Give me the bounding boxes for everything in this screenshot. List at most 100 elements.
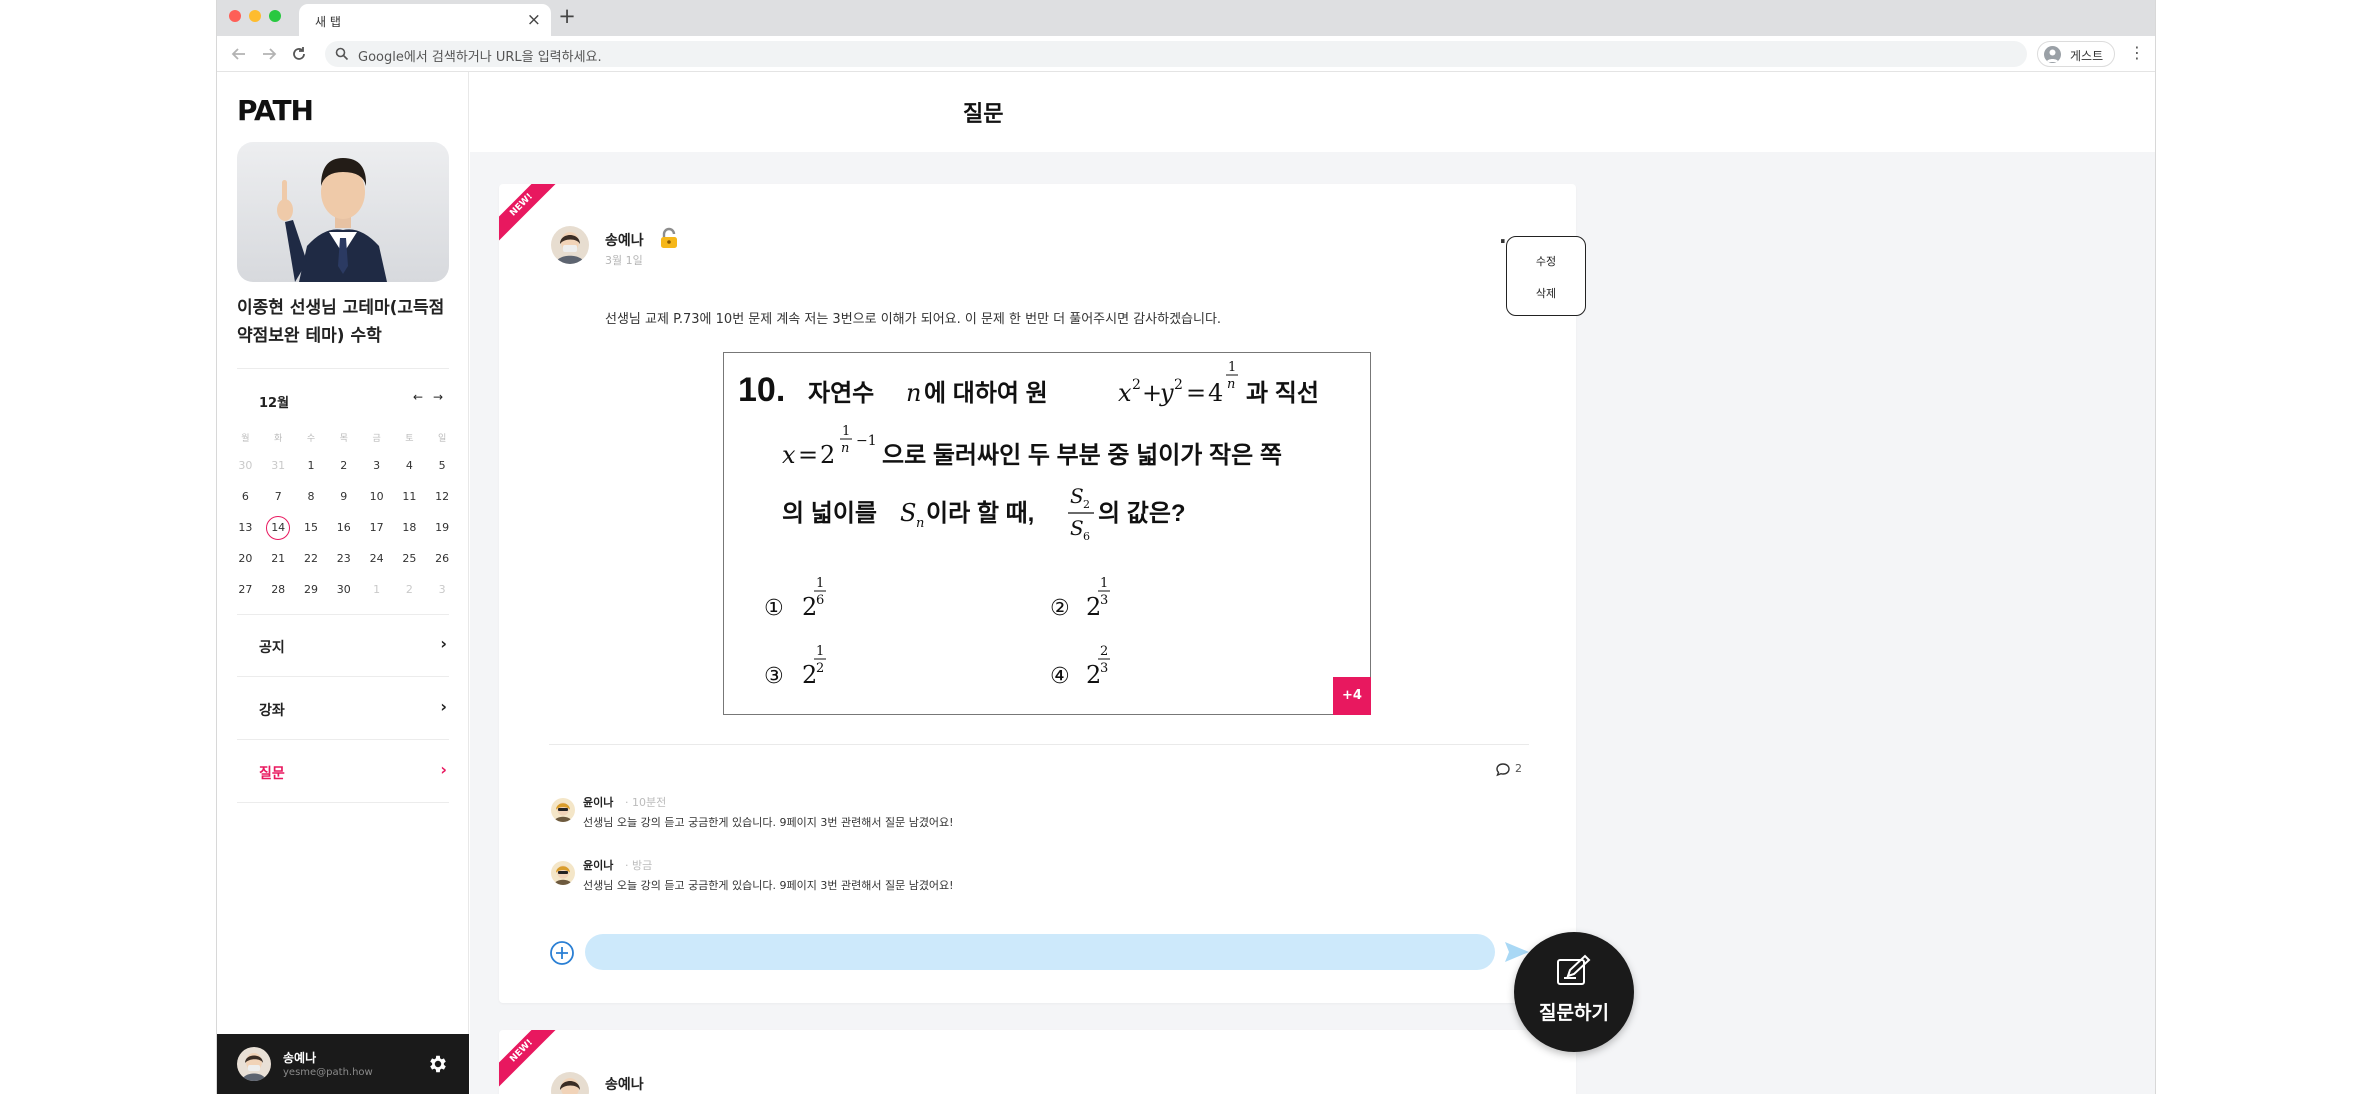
path-logo[interactable]: PATH <box>237 94 314 127</box>
calendar-day[interactable]: 20 <box>229 552 262 565</box>
calendar-day[interactable]: 25 <box>393 552 426 565</box>
weekday-label: 금 <box>372 433 381 444</box>
comment-icon[interactable] <box>1495 762 1511 778</box>
calendar-day[interactable]: 29 <box>295 583 328 596</box>
math-symbol: S <box>1070 516 1084 540</box>
delete-menu-item[interactable]: 삭제 <box>1507 285 1585 301</box>
post-body: 선생님 교제 P.73에 10번 문제 계속 저는 3번으로 이해가 되어요. … <box>605 312 1222 327</box>
sidebar-item-lectures[interactable]: 강좌 › <box>237 678 449 740</box>
reply-input[interactable] <box>585 934 1495 970</box>
address-bar[interactable]: Google에서 검색하거나 URL을 입력하세요. <box>325 41 2027 67</box>
post-author: 송예나 <box>605 233 644 249</box>
minimize-window-button[interactable] <box>249 10 261 22</box>
comment-item: 윤이나 · 방금 선생님 오늘 강의 듣고 궁금한게 있습니다. 9페이지 3번… <box>551 857 1511 907</box>
calendar-day[interactable]: 6 <box>229 490 262 503</box>
math-symbol: 2 <box>802 661 817 689</box>
calendar-day[interactable]: 4 <box>393 459 426 472</box>
browser-tab[interactable]: 새 탭 × <box>299 4 551 36</box>
calendar-day[interactable]: 18 <box>393 521 426 534</box>
calendar-day[interactable]: 21 <box>262 552 295 565</box>
math-symbol: 2 <box>802 593 817 621</box>
post-author: 송예나 <box>605 1077 644 1093</box>
math-symbol: 6 <box>1083 530 1090 543</box>
calendar-day[interactable]: 2 <box>393 583 426 596</box>
calendar-day[interactable]: 16 <box>327 521 360 534</box>
edit-menu-item[interactable]: 수정 <box>1507 253 1585 269</box>
maximize-window-button[interactable] <box>269 10 281 22</box>
new-tab-button[interactable]: + <box>553 4 581 28</box>
new-badge: NEW! <box>499 184 557 242</box>
avatar[interactable] <box>551 861 575 885</box>
calendar-week: 27 28 29 30 1 2 3 <box>229 574 459 605</box>
calendar-day[interactable]: 1 <box>360 583 393 596</box>
back-arrow-icon[interactable] <box>229 44 249 64</box>
tab-close-icon[interactable]: × <box>527 10 541 30</box>
post-options-menu: 수정 삭제 <box>1506 236 1586 316</box>
fab-label: 질문하기 <box>1539 1002 1609 1024</box>
calendar-day[interactable]: 30 <box>229 459 262 472</box>
page-title: 질문 <box>963 102 1004 127</box>
calendar-day[interactable]: 12 <box>426 490 459 503</box>
avatar[interactable] <box>551 226 589 264</box>
user-bar: 송예나 yesme@path.how <box>217 1034 469 1094</box>
calendar-day[interactable]: 26 <box>426 552 459 565</box>
calendar-day[interactable]: 24 <box>360 552 393 565</box>
calendar-day[interactable]: 13 <box>229 521 262 534</box>
browser-toolbar: Google에서 검색하거나 URL을 입력하세요. 게스트 ⋮ <box>217 36 2155 72</box>
sidebar: PATH 이종현 선생님 고테마(고득점 약점보완 테마) 수학 12월 ← →… <box>217 72 469 1094</box>
sidebar-item-notice[interactable]: 공지 › <box>237 615 449 677</box>
close-window-button[interactable] <box>229 10 241 22</box>
comment-text: 선생님 오늘 강의 듣고 궁금한게 있습니다. 9페이지 3번 관련해서 질문 … <box>583 816 954 829</box>
math-symbol: 2 <box>1132 377 1141 393</box>
calendar-day[interactable]: 7 <box>262 490 295 503</box>
calendar-day[interactable]: 30 <box>327 583 360 596</box>
calendar-day[interactable]: 15 <box>295 521 328 534</box>
calendar-day[interactable]: 28 <box>262 583 295 596</box>
sidebar-item-questions[interactable]: 질문 › <box>237 741 449 803</box>
calendar-month: 12월 <box>259 396 290 411</box>
weekday-label: 일 <box>438 433 447 444</box>
calendar-next-button[interactable]: → <box>433 390 443 404</box>
ask-question-button[interactable]: 질문하기 <box>1514 932 1634 1052</box>
browser-menu-icon[interactable]: ⋮ <box>2129 43 2145 62</box>
chevron-right-icon: › <box>440 760 447 779</box>
calendar-week: 6 7 8 9 10 11 12 <box>229 481 459 512</box>
math-symbol: = <box>1186 379 1206 407</box>
reload-icon[interactable] <box>289 44 309 64</box>
calendar-day[interactable]: 9 <box>327 490 360 503</box>
problem-image[interactable]: 10. 자연수 n 에 대하여 원 x 2 + y 2 = 4 1 n 과 직선… <box>723 352 1371 715</box>
comment-author: 윤이나 <box>583 796 614 809</box>
add-attachment-icon[interactable] <box>549 940 575 966</box>
calendar-day[interactable]: 11 <box>393 490 426 503</box>
calendar-prev-button[interactable]: ← <box>413 390 423 404</box>
calendar-day[interactable]: 23 <box>327 552 360 565</box>
calendar-day[interactable]: 5 <box>426 459 459 472</box>
calendar-day-today[interactable]: 14 <box>262 515 295 540</box>
calendar-day[interactable]: 27 <box>229 583 262 596</box>
avatar[interactable] <box>551 798 575 822</box>
new-ribbon: NEW! <box>499 1030 557 1088</box>
comment-text: 선생님 오늘 강의 듣고 궁금한게 있습니다. 9페이지 3번 관련해서 질문 … <box>583 879 954 892</box>
math-symbol: n <box>916 516 924 531</box>
problem-text: 의 넓이를 <box>782 500 877 527</box>
user-email: yesme@path.how <box>283 1067 373 1078</box>
calendar-grid: 월 화 수 목 금 토 일 30 31 1 2 3 4 5 6 7 8 9 10… <box>229 424 459 605</box>
avatar[interactable] <box>237 1047 271 1081</box>
weekday-label: 목 <box>339 433 348 444</box>
more-images-badge[interactable]: +4 <box>1333 677 1371 715</box>
calendar-day[interactable]: 3 <box>426 583 459 596</box>
calendar-day[interactable]: 31 <box>262 459 295 472</box>
calendar-day[interactable]: 19 <box>426 521 459 534</box>
forward-arrow-icon[interactable] <box>259 44 279 64</box>
calendar-day[interactable]: 8 <box>295 490 328 503</box>
guest-profile-button[interactable]: 게스트 <box>2037 41 2115 67</box>
calendar-day[interactable]: 2 <box>327 459 360 472</box>
calendar-day[interactable]: 1 <box>295 459 328 472</box>
calendar-day[interactable]: 22 <box>295 552 328 565</box>
calendar-day[interactable]: 17 <box>360 521 393 534</box>
calendar-day[interactable]: 10 <box>360 490 393 503</box>
weekday-label: 화 <box>274 433 283 444</box>
user-name: 송예나 <box>283 1051 317 1065</box>
gear-icon[interactable] <box>427 1053 449 1075</box>
calendar-day[interactable]: 3 <box>360 459 393 472</box>
